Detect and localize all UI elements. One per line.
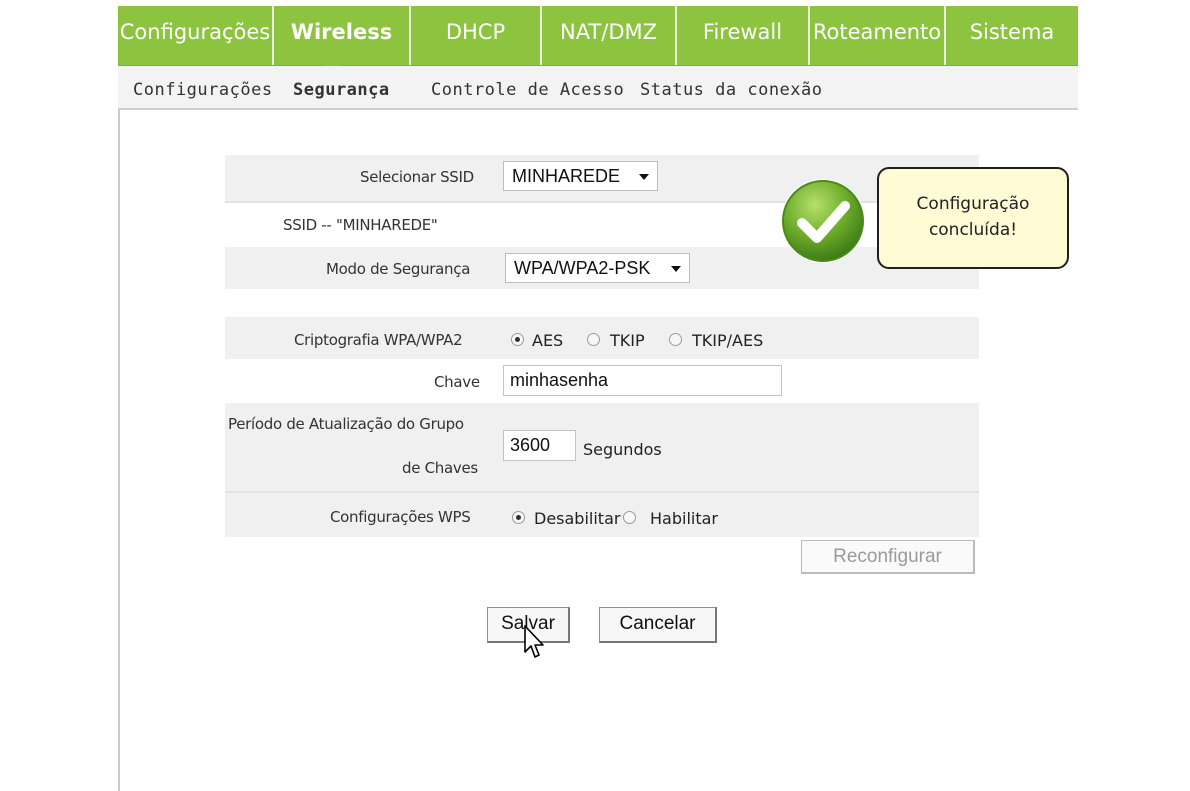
tab-firewall[interactable]: Firewall <box>677 6 810 65</box>
ssid-heading: SSID -- "MINHAREDE" <box>283 216 438 234</box>
tab-wireless[interactable]: Wireless <box>274 6 411 65</box>
subtab-seguranca[interactable]: Segurança <box>293 80 390 100</box>
group-key-input[interactable]: 3600 <box>503 430 576 461</box>
checkmark-icon <box>780 178 866 264</box>
success-bubble: Configuração concluída! <box>877 167 1069 269</box>
select-ssid-label: Selecionar SSID <box>360 168 474 186</box>
ssid-select[interactable]: MINHAREDE <box>503 161 658 191</box>
radio-wps-disable[interactable] <box>512 511 525 524</box>
mouse-cursor-icon <box>523 624 545 660</box>
tab-configuracoes[interactable]: Configurações <box>118 6 274 65</box>
radio-wps-enable-label: Habilitar <box>650 509 718 528</box>
radio-tkip-aes-label: TKIP/AES <box>692 331 764 350</box>
top-nav: Configurações Wireless DHCP NAT/DMZ Fire… <box>118 6 1078 66</box>
group-key-unit: Segundos <box>583 440 662 459</box>
key-input[interactable]: minhasenha <box>503 365 782 396</box>
wps-label: Configurações WPS <box>330 508 471 526</box>
tab-dhcp[interactable]: DHCP <box>411 6 542 65</box>
sub-nav: Configurações Segurança Controle de Aces… <box>118 66 1078 110</box>
cancel-button[interactable]: Cancelar <box>599 607 717 643</box>
reconfigure-button[interactable]: Reconfigurar <box>801 540 975 574</box>
tab-nat-dmz[interactable]: NAT/DMZ <box>542 6 677 65</box>
ssid-select-value: MINHAREDE <box>512 166 621 186</box>
radio-tkip[interactable] <box>587 333 600 346</box>
group-key-label-line2: de Chaves <box>402 459 478 477</box>
success-message-line1: Configuração <box>916 194 1030 214</box>
chevron-down-icon <box>639 174 649 180</box>
radio-aes[interactable] <box>511 333 524 346</box>
radio-wps-enable[interactable] <box>623 511 636 524</box>
radio-aes-label: AES <box>532 331 564 350</box>
tab-roteamento[interactable]: Roteamento <box>810 6 946 65</box>
tab-sistema[interactable]: Sistema <box>946 6 1078 65</box>
success-message-line2: concluída! <box>928 220 1018 240</box>
key-label: Chave <box>434 373 480 391</box>
security-mode-select[interactable]: WPA/WPA2-PSK <box>505 253 690 283</box>
encryption-label: Criptografia WPA/WPA2 <box>294 331 463 349</box>
radio-tkip-label: TKIP <box>610 331 645 350</box>
subtab-controle-de-acesso[interactable]: Controle de Acesso <box>431 80 624 100</box>
subtab-status-da-conexao[interactable]: Status da conexão <box>640 80 823 100</box>
group-key-label: Período de Atualização do Grupo <box>228 415 464 433</box>
security-mode-label: Modo de Segurança <box>326 260 471 278</box>
chevron-down-icon <box>671 266 681 272</box>
radio-tkip-aes[interactable] <box>669 333 682 346</box>
radio-wps-disable-label: Desabilitar <box>534 509 621 528</box>
subtab-configuracoes[interactable]: Configurações <box>133 80 273 100</box>
security-mode-value: WPA/WPA2-PSK <box>514 258 651 278</box>
